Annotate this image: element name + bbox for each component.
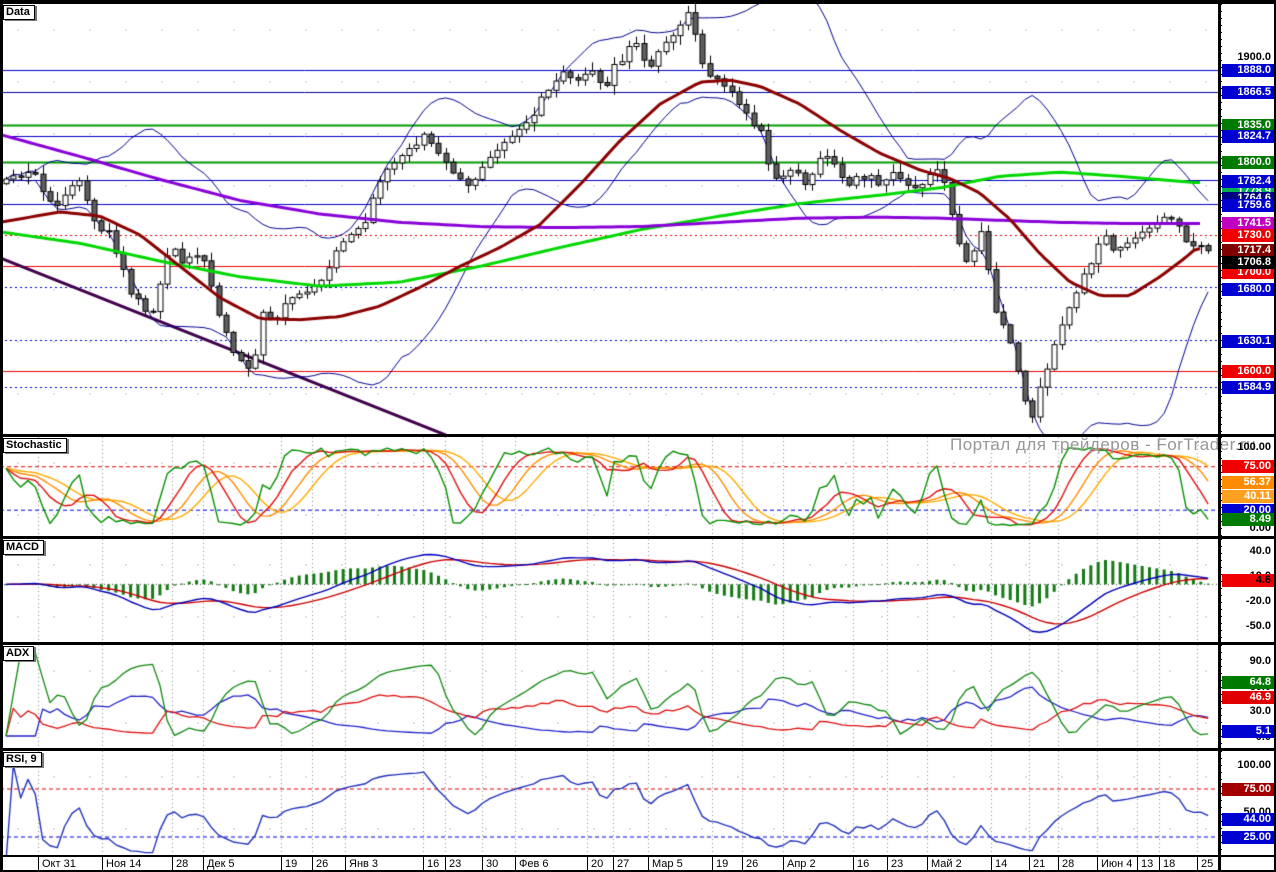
scale-label: 1706.8 <box>1222 256 1274 269</box>
scale-label: 1866.5 <box>1222 86 1274 99</box>
scale-label: 1584.9 <box>1222 381 1274 394</box>
scale-label: 1782.4 <box>1222 175 1274 188</box>
panel-separator <box>0 536 1276 539</box>
scale-label: 100.00 <box>1222 441 1274 454</box>
scale-label: 1900.0 <box>1222 51 1274 64</box>
scale-label: -50.0 <box>1222 620 1274 633</box>
scale-label: 1800.0 <box>1222 156 1274 169</box>
scale-label: 1630.1 <box>1222 335 1274 348</box>
scale-divider <box>1218 0 1221 872</box>
panel-tab-macd[interactable]: MACD <box>3 540 44 555</box>
scale-label: 5.1 <box>1222 725 1274 738</box>
trading-chart-window: Data Stochastic MACD ADX RSI, 9 Портал д… <box>0 0 1276 872</box>
panel-tab-adx[interactable]: ADX <box>3 646 34 661</box>
macd-panel-canvas[interactable] <box>0 539 1218 642</box>
window-border-left <box>0 0 3 872</box>
scale-label: 46.9 <box>1222 691 1274 704</box>
scale-label: 64.8 <box>1222 676 1274 689</box>
scale-label: 1759.6 <box>1222 199 1274 212</box>
scale-label: 40.0 <box>1222 545 1274 558</box>
panel-separator <box>0 434 1276 437</box>
panel-tab-stochastic[interactable]: Stochastic <box>3 438 67 453</box>
scale-label: 56.37 <box>1222 476 1274 489</box>
scale-label: 1680.0 <box>1222 283 1274 296</box>
rsi-panel-canvas[interactable] <box>0 751 1218 855</box>
adx-panel-canvas[interactable] <box>0 645 1218 748</box>
panel-separator <box>0 642 1276 645</box>
scale-label: -20.0 <box>1222 595 1274 608</box>
watermark-text: Портал для трейдеров - ForTrader.ru <box>950 435 1256 455</box>
scale-label: 8.49 <box>1222 513 1274 526</box>
price-chart-canvas[interactable] <box>0 4 1218 434</box>
panel-tab-data[interactable]: Data <box>3 5 35 20</box>
scale-label: 40.11 <box>1222 490 1274 503</box>
scale-label: 1888.0 <box>1222 64 1274 77</box>
scale-label: 44.00 <box>1222 813 1274 826</box>
scale-label: 90.0 <box>1222 655 1274 668</box>
scale-label: 75.00 <box>1222 783 1274 796</box>
scale-label: 100.00 <box>1222 759 1274 772</box>
window-border-top <box>0 0 1276 4</box>
scale-label: 75.00 <box>1222 460 1274 473</box>
scale-label: 1730.0 <box>1222 229 1274 242</box>
panel-separator <box>0 748 1276 751</box>
scale-label: 1600.0 <box>1222 365 1274 378</box>
panel-tab-rsi[interactable]: RSI, 9 <box>3 752 42 767</box>
scale-label: 1824.7 <box>1222 130 1274 143</box>
scale-label: 4.6 <box>1222 574 1274 587</box>
scale-label: 30.0 <box>1222 705 1274 718</box>
scale-label: 25.00 <box>1222 831 1274 844</box>
